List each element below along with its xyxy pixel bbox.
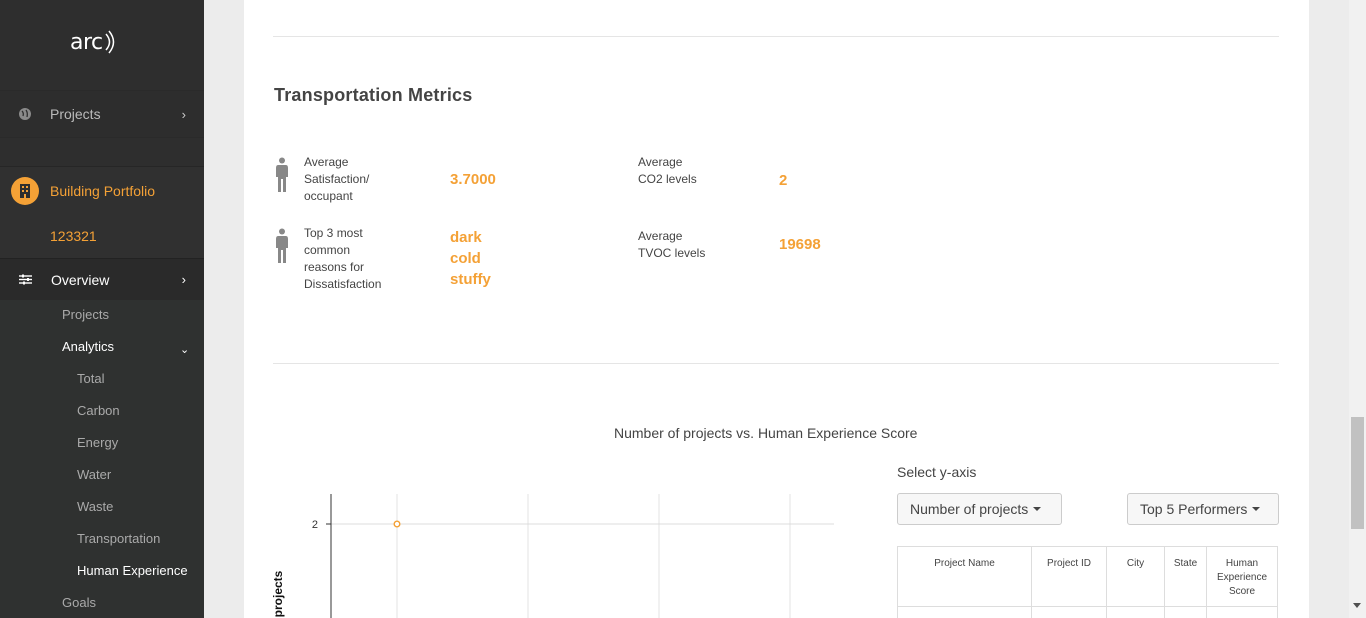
column-header-city[interactable]: City [1106,546,1165,607]
page-scrollbar[interactable] [1349,0,1366,618]
logo-text: arc [70,29,103,55]
reasons-label-line: Top 3 most [304,226,363,240]
sidebar-item-water[interactable]: Water [77,467,111,482]
divider [273,36,1279,37]
sidebar-spacer [0,138,204,166]
chevron-right-icon: › [181,106,186,122]
reasons-label-line: Dissatisfaction [304,277,382,291]
caret-down-icon [1252,507,1261,511]
tvoc-label-line: Average [638,229,683,243]
scatter-chart: 2 [312,494,834,618]
tvoc-label: Average TVOC levels [638,228,705,262]
select-y-axis-label: Select y-axis [897,464,977,480]
globe-icon [19,108,31,120]
performers-dropdown[interactable]: Top 5 Performers [1127,493,1279,525]
co2-label: Average CO2 levels [638,154,697,188]
table-cell [1031,606,1107,618]
table-cell [1106,606,1165,618]
reasons-label-line: reasons for [304,260,365,274]
nav-projects[interactable]: Projects › [0,90,204,138]
co2-label-line: Average [638,155,683,169]
column-header-human-experience-score[interactable]: Human Experience Score [1206,546,1278,607]
satisfaction-label-line: Average [304,155,349,169]
nav-overview-label: Overview [51,272,110,288]
sidebar-item-projects[interactable]: Projects [62,307,109,322]
table-header-row: Project Name Project ID City State Human… [897,546,1278,607]
building-icon [11,177,39,205]
co2-label-line: CO2 levels [638,172,697,186]
data-point[interactable] [393,520,401,528]
signal-waves-icon [105,30,114,54]
section-title: Transportation Metrics [274,85,473,105]
chevron-right-icon: › [181,272,186,287]
sidebar-item-energy[interactable]: Energy [77,435,118,450]
person-icon [276,228,288,263]
y-axis-dropdown[interactable]: Number of projects [897,493,1062,525]
scrollbar-thumb[interactable] [1351,417,1364,529]
y-axis-dropdown-label: Number of projects [910,501,1029,517]
nav-overview[interactable]: Overview › [0,258,204,300]
table-cell [897,606,1032,618]
reasons-value: dark cold stuffy [450,227,491,290]
main-content: Transportation Metrics Average Satisfact… [244,0,1309,618]
column-header-project-id[interactable]: Project ID [1031,546,1107,607]
tvoc-value: 19698 [779,236,821,253]
caret-down-icon [1033,507,1042,511]
nav-projects-label: Projects [50,106,101,122]
table-row[interactable] [897,606,1278,618]
satisfaction-value: 3.7000 [450,171,496,188]
column-header-project-name[interactable]: Project Name [897,546,1032,607]
reason-item: stuffy [450,271,491,288]
sidebar-item-transportation[interactable]: Transportation [77,531,160,546]
table-cell [1164,606,1207,618]
person-icon [276,157,288,192]
chart-grid [331,494,834,618]
reason-item: cold [450,250,481,267]
tvoc-label-line: TVOC levels [638,246,706,260]
satisfaction-label: Average Satisfaction/ occupant [304,154,369,205]
sidebar-item-analytics[interactable]: Analytics [62,339,114,354]
reasons-label: Top 3 most common reasons for Dissatisfa… [304,225,381,293]
table-cell [1206,606,1278,618]
y-tick-label: 2 [312,519,318,531]
scroll-down-arrow-icon[interactable] [1353,603,1361,608]
sidebar-item-waste[interactable]: Waste [77,499,113,514]
co2-value: 2 [779,172,788,189]
sidebar: arc Projects › Building Portfolio 123321 [0,0,204,618]
satisfaction-label-line: occupant [304,189,353,203]
sidebar-item-goals[interactable]: Goals [62,595,96,610]
sidebar-item-total[interactable]: Total [77,371,104,386]
reasons-label-line: common [304,243,351,257]
sidebar-item-human-experience[interactable]: Human Experience [77,563,188,578]
satisfaction-label-line: Satisfaction/ [304,172,370,186]
y-axis-label: r of projects [271,570,285,618]
portfolio-block[interactable]: Building Portfolio 123321 [0,166,204,258]
divider [273,363,1279,364]
sliders-icon [19,274,32,285]
sidebar-item-carbon[interactable]: Carbon [77,403,120,418]
arc-logo[interactable]: arc [70,28,118,56]
portfolio-id: 123321 [50,228,97,244]
reason-item: dark [450,229,482,246]
column-header-state[interactable]: State [1164,546,1207,607]
performers-table: Project Name Project ID City State Human… [897,546,1278,618]
chart-title: Number of projects vs. Human Experience … [614,425,918,441]
portfolio-title: Building Portfolio [50,183,156,199]
performers-dropdown-label: Top 5 Performers [1140,501,1248,517]
chevron-down-icon: ⌄ [180,344,190,356]
